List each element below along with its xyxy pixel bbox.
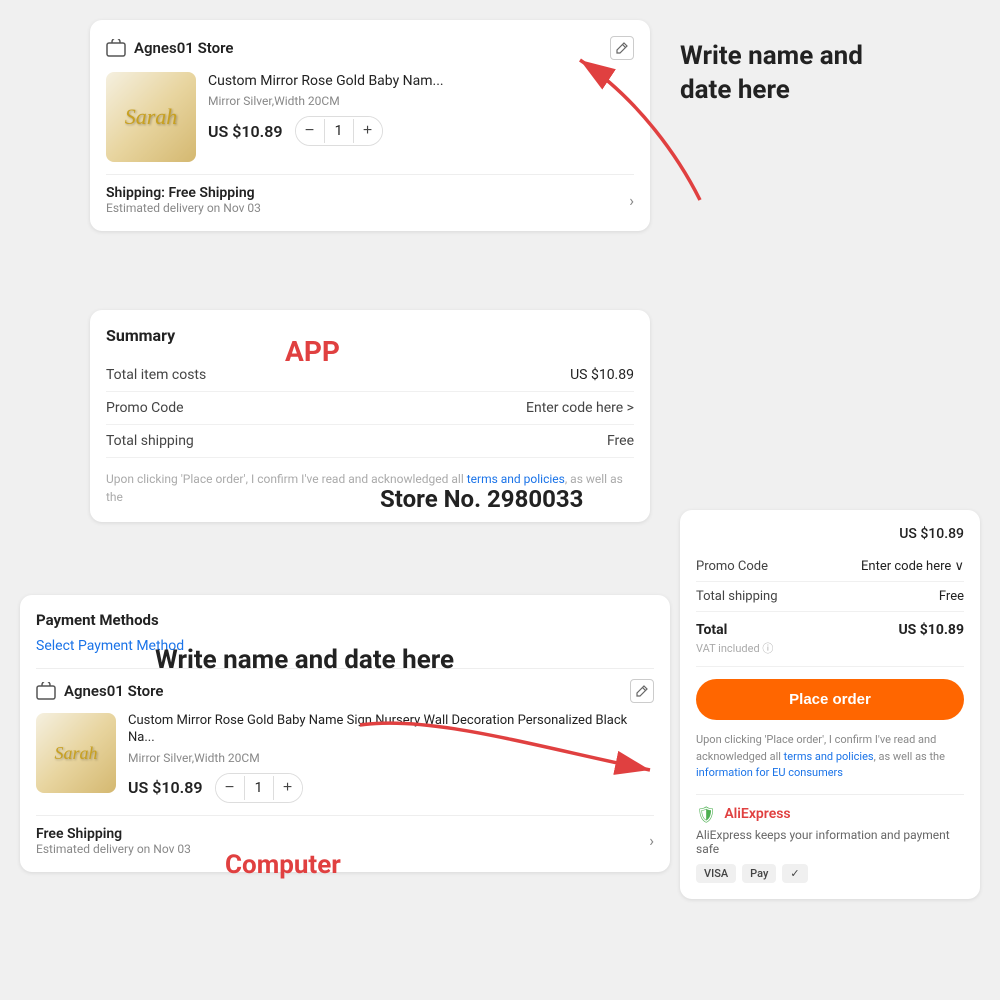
- shipping-info: Shipping: Free Shipping Estimated delive…: [106, 185, 261, 215]
- qty-control[interactable]: − 1 +: [295, 116, 383, 146]
- promo-label: Promo Code: [106, 400, 184, 416]
- store2-name-row: Agnes01 Store: [36, 682, 163, 700]
- shipping2-row[interactable]: Free Shipping Estimated delivery on Nov …: [36, 815, 654, 856]
- product2-price: US $10.89: [128, 778, 203, 797]
- order-total-row: Total VAT included ⓘ US $10.89: [696, 612, 964, 667]
- shipping2-detail: Estimated delivery on Nov 03: [36, 842, 191, 856]
- order-summary-card: US $10.89 Promo Code Enter code here ∨ T…: [680, 510, 980, 899]
- product2-image-text: Sarah: [54, 743, 97, 764]
- order-total-label: Total: [696, 622, 773, 638]
- check-icon: ✓: [782, 864, 807, 883]
- app-annotation-label: APP: [285, 335, 340, 368]
- shipping2-info: Free Shipping Estimated delivery on Nov …: [36, 826, 191, 856]
- shipping-summary-value: Free: [607, 433, 634, 449]
- summary-title: Summary: [106, 326, 634, 345]
- order-terms-text2: , as well as the: [874, 750, 945, 763]
- shipping-label: Shipping: Free Shipping: [106, 185, 261, 201]
- qty-increase-button[interactable]: +: [354, 117, 382, 145]
- total-item-row: Total item costs US $10.89: [106, 359, 634, 392]
- shield-icon: 🛡: [696, 805, 716, 824]
- store-icon: [106, 39, 126, 57]
- computer-annotation-label: Computer: [225, 850, 341, 880]
- total-item-value: US $10.89: [570, 367, 634, 383]
- promo-row[interactable]: Promo Code Enter code here >: [106, 392, 634, 425]
- qty2-control[interactable]: − 1 +: [215, 773, 303, 803]
- aliexpress-row: 🛡 AliExpress: [696, 794, 964, 824]
- write-name-annotation-bottom: Write name and date here: [155, 645, 454, 675]
- store2-name: Agnes01 Store: [64, 682, 163, 700]
- arrow-top: [520, 20, 720, 220]
- order-terms-link2[interactable]: information for EU consumers: [696, 766, 843, 779]
- order-promo-value[interactable]: Enter code here ∨: [861, 559, 964, 574]
- order-summary-item-total: US $10.89: [696, 526, 964, 542]
- terms-before: Upon clicking 'Place order', I confirm I…: [106, 472, 467, 486]
- order-promo-row[interactable]: Promo Code Enter code here ∨: [696, 552, 964, 582]
- shipping2-arrow-icon: ›: [649, 831, 654, 850]
- aliexpress-name: AliExpress: [724, 806, 790, 822]
- shipping-summary-row: Total shipping Free: [106, 425, 634, 458]
- vat-text: VAT included ⓘ: [696, 640, 773, 656]
- order-terms: Upon clicking 'Place order', I confirm I…: [696, 732, 964, 782]
- qty2-increase-button[interactable]: +: [274, 774, 302, 802]
- order-promo-label: Promo Code: [696, 559, 768, 574]
- place-order-button[interactable]: Place order: [696, 679, 964, 720]
- product-price: US $10.89: [208, 122, 283, 141]
- qty-decrease-button[interactable]: −: [296, 117, 324, 145]
- pay-icon: Pay: [742, 864, 776, 883]
- product2-image: Sarah: [36, 713, 116, 793]
- order-shipping-label: Total shipping: [696, 589, 778, 604]
- aliexpress-safe: AliExpress keeps your information and pa…: [696, 828, 964, 856]
- store-name: Agnes01 Store: [134, 39, 233, 57]
- terms-link[interactable]: terms and policies: [467, 472, 565, 486]
- visa-icon: VISA: [696, 864, 736, 883]
- aliexpress-info: AliExpress: [724, 806, 790, 822]
- payment-icons: VISA Pay ✓: [696, 864, 964, 883]
- shipping-summary-label: Total shipping: [106, 433, 194, 449]
- qty-value: 1: [324, 119, 354, 143]
- arrow-bottom: [350, 695, 670, 795]
- store-name-row: Agnes01 Store: [106, 39, 233, 57]
- order-total-value: US $10.89: [898, 622, 964, 638]
- order-terms-link1[interactable]: terms and policies: [784, 750, 874, 763]
- product-image: Sarah: [106, 72, 196, 162]
- shipping2-label: Free Shipping: [36, 826, 191, 842]
- qty2-value: 1: [244, 776, 274, 800]
- shipping-detail: Estimated delivery on Nov 03: [106, 201, 261, 215]
- order-shipping-row: Total shipping Free: [696, 582, 964, 612]
- product-image-text: Sarah: [125, 104, 178, 130]
- order-total-left: Total VAT included ⓘ: [696, 622, 773, 656]
- qty2-decrease-button[interactable]: −: [216, 774, 244, 802]
- store-no-label: Store No. 2980033: [380, 485, 583, 513]
- store2-icon: [36, 682, 56, 700]
- total-item-label: Total item costs: [106, 367, 206, 383]
- order-shipping-value: Free: [939, 589, 964, 604]
- promo-value[interactable]: Enter code here >: [526, 400, 634, 416]
- payment-title: Payment Methods: [36, 611, 654, 629]
